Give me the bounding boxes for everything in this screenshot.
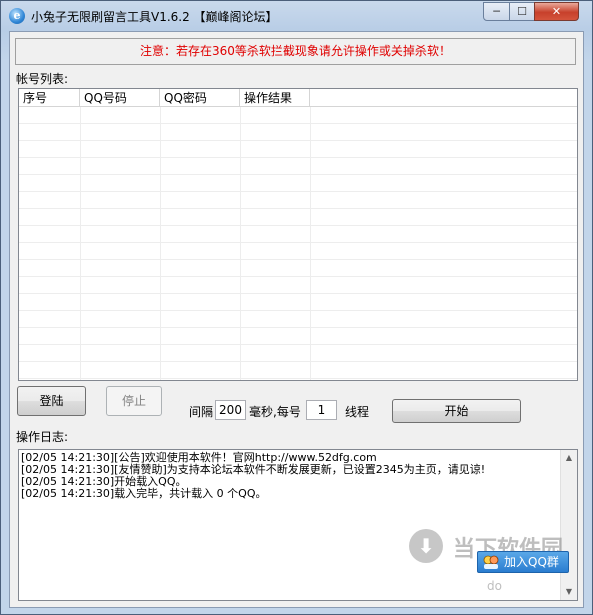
account-list-label: 帐号列表: — [16, 72, 69, 86]
column-header-password[interactable]: QQ密码 — [160, 89, 240, 107]
grid-line — [160, 107, 161, 380]
column-header-result[interactable]: 操作结果 — [240, 89, 310, 107]
threads-label: 线程 — [345, 405, 370, 419]
account-list-header: 序号 QQ号码 QQ密码 操作结果 — [19, 89, 577, 107]
grid-line — [80, 107, 81, 380]
stop-button[interactable]: 停止 — [106, 386, 162, 416]
client-area: 注意：若存在360等杀软拦截现象请允许操作或关掉杀软！ 帐号列表: 序号 QQ号… — [9, 31, 584, 608]
join-qq-group-label: 加入QQ群 — [504, 555, 559, 569]
log-scrollbar[interactable]: ▲ ▼ — [560, 450, 577, 600]
maximize-button[interactable]: ☐ — [509, 2, 535, 21]
interval-input[interactable]: 200 — [215, 400, 246, 420]
grid-line — [240, 107, 241, 380]
column-header-qq[interactable]: QQ号码 — [80, 89, 160, 107]
notice-banner: 注意：若存在360等杀软拦截现象请允许操作或关掉杀软！ — [15, 38, 576, 65]
log-textarea[interactable]: [02/05 14:21:30][公告]欢迎使用本软件！官网http://www… — [18, 449, 578, 601]
per-account-label: 毫秒,每号 — [249, 405, 301, 419]
title-bar[interactable]: e 小兔子无限刷留言工具V1.6.2 【巅峰阁论坛】 ─ ☐ ✕ — [1, 1, 592, 31]
scroll-up-icon[interactable]: ▲ — [561, 450, 577, 466]
qq-group-icon — [483, 555, 499, 569]
start-button[interactable]: 开始 — [392, 399, 521, 423]
close-button[interactable]: ✕ — [534, 2, 579, 21]
column-header-index[interactable]: 序号 — [19, 89, 80, 107]
account-list[interactable]: 序号 QQ号码 QQ密码 操作结果 — [18, 88, 578, 381]
log-label: 操作日志: — [16, 430, 69, 444]
login-button[interactable]: 登陆 — [17, 386, 86, 416]
threads-input[interactable]: 1 — [306, 400, 337, 420]
grid-line — [310, 107, 311, 380]
scroll-down-icon[interactable]: ▼ — [561, 584, 577, 600]
window-title: 小兔子无限刷留言工具V1.6.2 【巅峰阁论坛】 — [31, 10, 278, 24]
interval-label: 间隔 — [189, 405, 214, 419]
log-lines: [02/05 14:21:30][公告]欢迎使用本软件！官网http://www… — [21, 452, 559, 500]
join-qq-group-button[interactable]: 加入QQ群 — [477, 551, 569, 573]
account-list-rows[interactable] — [19, 107, 577, 380]
log-line: [02/05 14:21:30]载入完毕，共计载入 0 个QQ。 — [21, 487, 267, 500]
app-window: e 小兔子无限刷留言工具V1.6.2 【巅峰阁论坛】 ─ ☐ ✕ 注意：若存在3… — [0, 0, 593, 615]
ie-icon: e — [9, 8, 25, 24]
minimize-button[interactable]: ─ — [483, 2, 510, 21]
